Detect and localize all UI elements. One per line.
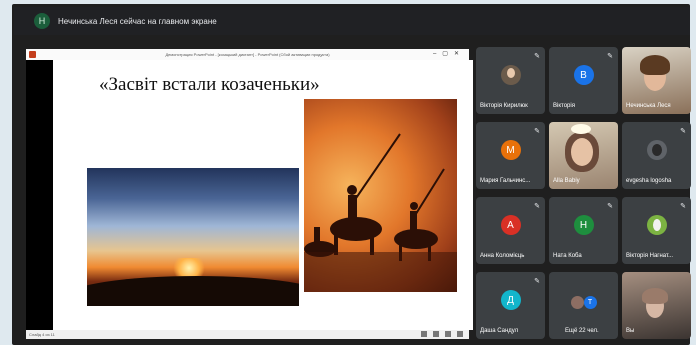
window-controls: –▢✕ bbox=[432, 51, 465, 57]
avatar: Н bbox=[573, 215, 594, 236]
lamp-glow bbox=[571, 124, 591, 134]
more-participants-label: Ещё 22 чел. bbox=[565, 328, 599, 334]
ppt-status-bar: Слайд 4 из 11 bbox=[26, 330, 469, 339]
participant-name: Вікторія bbox=[553, 103, 575, 109]
avatar: А bbox=[500, 215, 521, 236]
participant-name: Вікторія Нагнат... bbox=[626, 253, 674, 259]
participant-tile[interactable]: А ✎ Анна Коломієць bbox=[476, 197, 545, 264]
slideshow-view-icon[interactable] bbox=[457, 331, 463, 337]
mic-off-icon: ✎ bbox=[680, 128, 686, 135]
participant-name: Вы bbox=[626, 328, 635, 334]
sorter-view-icon[interactable] bbox=[433, 331, 439, 337]
avatar: Т bbox=[583, 296, 597, 309]
participant-name: Нечинська Леся bbox=[626, 103, 671, 109]
mic-off-icon: ✎ bbox=[680, 203, 686, 210]
ground-shadow bbox=[304, 252, 457, 292]
mic-off-icon: ✎ bbox=[534, 53, 540, 60]
participant-video-tile[interactable]: Alla Babiy bbox=[549, 122, 618, 189]
participant-video-tile[interactable]: Нечинська Леся bbox=[622, 47, 691, 114]
participant-name: Даша Сандул bbox=[480, 328, 519, 334]
presenting-banner: Н Нечинська Леся сейчас на главном экран… bbox=[14, 7, 690, 35]
sunset-image bbox=[87, 168, 299, 306]
participant-tile[interactable]: В ✎ Вікторія bbox=[549, 47, 618, 114]
avatar: Д bbox=[500, 290, 521, 311]
presenter-status-text: Нечинська Леся сейчас на главном экране bbox=[58, 16, 217, 26]
participant-tile[interactable]: ✎ evgesha logosha bbox=[622, 122, 691, 189]
avatar: М bbox=[500, 140, 521, 161]
participant-name: Мария Гальчинс... bbox=[480, 178, 531, 184]
slide-number: Слайд 4 из 11 bbox=[29, 332, 55, 337]
reading-view-icon[interactable] bbox=[445, 331, 451, 337]
person-hair bbox=[640, 55, 670, 75]
slide-heading: «Засвіт встали козаченьки» bbox=[99, 74, 320, 95]
mic-off-icon: ✎ bbox=[607, 203, 613, 210]
avatar bbox=[646, 215, 667, 236]
normal-view-icon[interactable] bbox=[421, 331, 427, 337]
mic-off-icon: ✎ bbox=[607, 53, 613, 60]
participant-name: Вікторія Кирилюк bbox=[480, 103, 528, 109]
mic-off-icon: ✎ bbox=[534, 278, 540, 285]
shared-screen[interactable]: Демонстрация PowerPoint - [козацький дик… bbox=[26, 49, 473, 339]
hill-silhouette bbox=[87, 276, 299, 306]
person-hair bbox=[642, 288, 668, 304]
mic-off-icon: ✎ bbox=[534, 128, 540, 135]
presenter-avatar: Н bbox=[34, 13, 50, 29]
participant-tile[interactable]: Д ✎ Даша Сандул bbox=[476, 272, 545, 339]
person-face bbox=[571, 138, 593, 166]
self-video-tile[interactable]: Вы bbox=[622, 272, 691, 339]
more-avatars: Т bbox=[570, 296, 597, 309]
more-participants-tile[interactable]: Т Ещё 22 чел. bbox=[549, 272, 618, 339]
participant-tile[interactable]: ✎ Вікторія Кирилюк bbox=[476, 47, 545, 114]
participant-name: evgesha logosha bbox=[626, 178, 672, 184]
avatar bbox=[646, 140, 667, 161]
participant-tile[interactable]: ✎ Вікторія Нагнат... bbox=[622, 197, 691, 264]
slide: «Засвіт встали козаченьки» bbox=[53, 60, 473, 330]
mic-off-icon: ✎ bbox=[534, 203, 540, 210]
participant-tile[interactable]: Н ✎ Ната Коба bbox=[549, 197, 618, 264]
sun-glow bbox=[169, 258, 209, 278]
powerpoint-icon bbox=[29, 51, 36, 58]
participant-name: Анна Коломієць bbox=[480, 253, 525, 259]
participant-tile[interactable]: М ✎ Мария Гальчинс... bbox=[476, 122, 545, 189]
avatar bbox=[570, 296, 584, 309]
slide-area: «Засвіт встали козаченьки» bbox=[26, 60, 473, 330]
cossack-riders-image bbox=[304, 99, 457, 292]
participant-name: Alla Babiy bbox=[553, 178, 580, 184]
avatar bbox=[500, 65, 521, 86]
participant-name: Ната Коба bbox=[553, 253, 582, 259]
view-buttons[interactable] bbox=[421, 331, 463, 337]
avatar: В bbox=[573, 65, 594, 86]
ppt-window-title: Демонстрация PowerPoint - [козацький дик… bbox=[165, 52, 330, 57]
